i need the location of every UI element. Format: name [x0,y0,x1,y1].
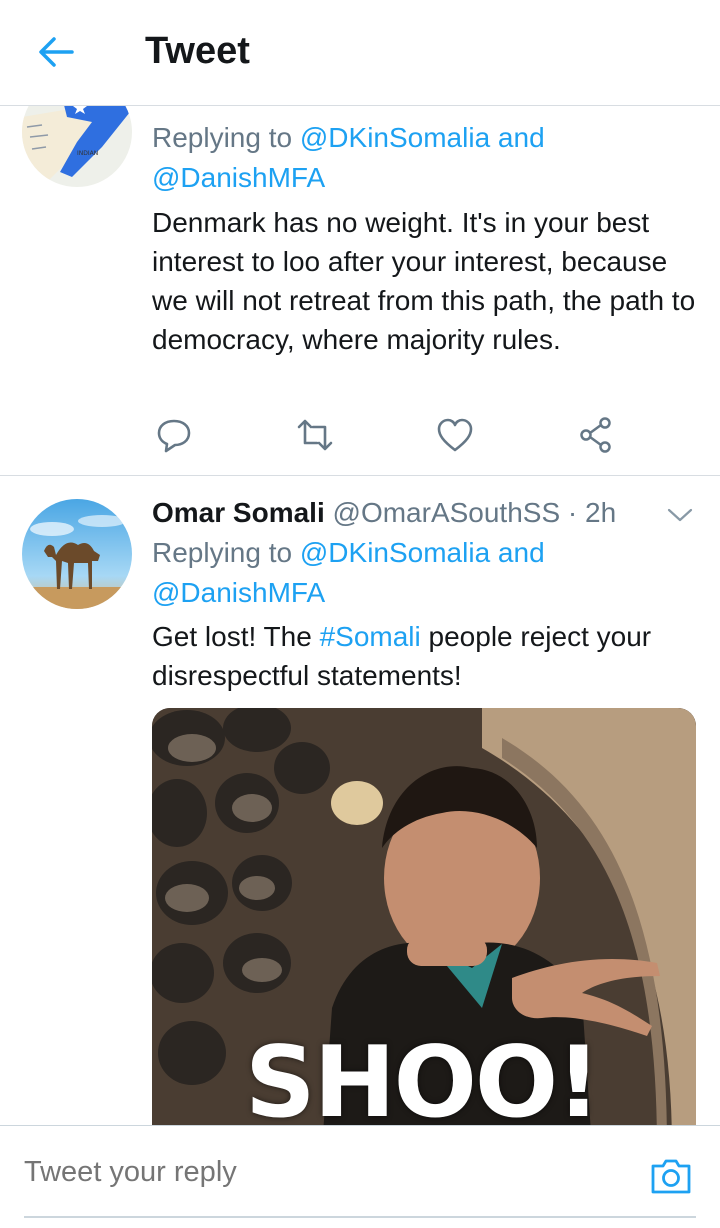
separator: · [567,497,578,528]
mention-link[interactable]: @DanishMFA [152,162,325,193]
retweet-icon[interactable] [295,415,335,455]
divider [24,1216,696,1218]
tweet-item[interactable]: INDIAN Replying to @DKinSomalia and @Dan… [0,77,720,476]
camera-icon[interactable] [649,1156,693,1196]
app-header: Tweet [0,0,720,106]
back-arrow-icon[interactable] [36,32,76,72]
media-caption: SHOO! [245,1026,601,1140]
svg-text:INDIAN: INDIAN [77,150,98,157]
mention-link[interactable]: @DanishMFA [152,577,325,608]
share-icon[interactable] [576,415,616,455]
replying-prefix: Replying to [152,537,293,568]
like-icon[interactable] [435,415,475,455]
replying-prefix: Replying to [152,122,293,153]
user-name[interactable]: Omar Somali [152,497,325,528]
timestamp: 2h [585,497,617,528]
tweet-text: Denmark has no weight. It's in your best… [152,207,696,355]
chevron-down-icon[interactable] [665,500,695,530]
mention-link[interactable]: @DKinSomalia and [300,537,545,568]
avatar[interactable] [22,499,132,609]
replying-to: Replying to @DKinSomalia and @DanishMFA [152,533,545,613]
tweet-text: Get lost! The #Somali people reject your… [152,617,702,695]
reply-icon[interactable] [154,415,194,455]
tweet-item[interactable]: Omar Somali @OmarASouthSS · 2h Replying … [0,475,720,1148]
reply-input[interactable] [24,1156,584,1189]
tweet-text-start: Get lost! The [152,621,312,652]
page-title: Tweet [145,30,250,72]
mention-link[interactable]: @DKinSomalia and [300,122,545,153]
hashtag-link[interactable]: #Somali [320,621,421,652]
replying-to: Replying to @DKinSomalia and @DanishMFA [152,118,545,198]
tweet-media-gif[interactable]: SHOO! [152,708,696,1148]
reply-composer [0,1125,720,1228]
user-handle[interactable]: @OmarASouthSS [333,497,561,528]
tweet-meta: Omar Somali @OmarASouthSS · 2h [152,497,616,529]
